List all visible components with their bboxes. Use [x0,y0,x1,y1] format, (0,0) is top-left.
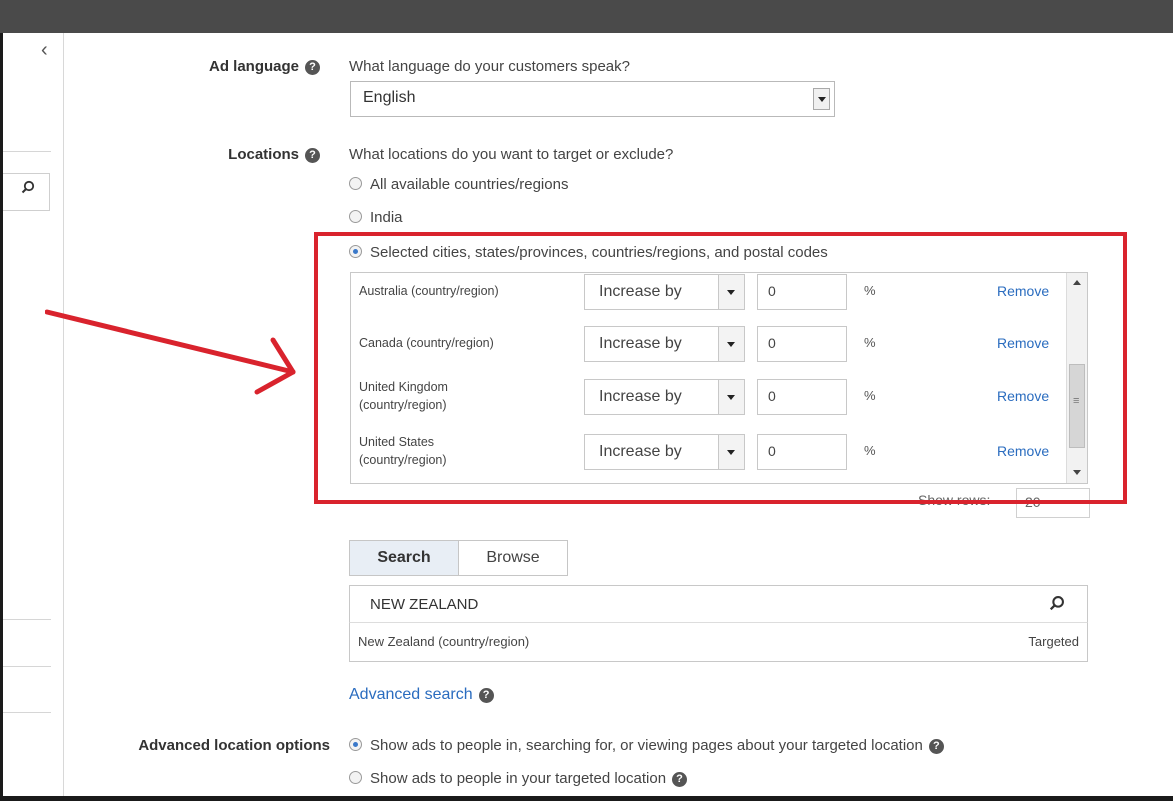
advanced-location-option-1[interactable]: Show ads to people in, searching for, or… [349,737,944,754]
remove-link[interactable]: Remove [997,283,1049,299]
dropdown-arrow-icon [718,435,744,469]
locations-question: What locations do you want to target or … [349,146,674,163]
percent-sign: % [864,443,876,458]
bid-adjustment-select[interactable]: Increase by [584,434,745,470]
bid-value: 0 [768,443,776,459]
bid-adjustment-input[interactable]: 0 [757,379,847,415]
radio-button[interactable] [349,177,362,190]
help-icon[interactable]: ? [305,60,320,75]
ad-language-question: What language do your customers speak? [349,58,630,75]
location-name: United Kingdom (country/region) [359,380,448,412]
left-panel-divider [3,151,51,152]
search-query: NEW ZEALAND [370,596,479,613]
location-option-label: All available countries/regions [370,176,569,193]
help-icon[interactable]: ? [928,739,944,754]
radio-button[interactable] [349,771,362,784]
bid-type: Increase by [599,443,682,460]
left-panel-search-button[interactable] [3,173,50,211]
frame-bottom-edge [0,796,1173,801]
radio-button-checked[interactable] [349,738,362,751]
dropdown-arrow-icon [813,88,830,110]
dropdown-arrow-icon [718,380,744,414]
scroll-up-icon[interactable] [1067,273,1087,291]
help-icon[interactable]: ? [305,148,320,163]
bid-adjustment-select[interactable]: Increase by [584,326,745,362]
location-name: Canada (country/region) [359,336,494,350]
advanced-location-option-2[interactable]: Show ads to people in your targeted loca… [349,770,688,787]
left-panel: ‹ [3,33,64,796]
location-name: Australia (country/region) [359,284,499,298]
location-option-selected[interactable]: Selected cities, states/provinces, count… [349,244,828,261]
search-result-row[interactable]: New Zealand (country/region) Targeted [349,622,1088,662]
location-option-label: Selected cities, states/provinces, count… [370,244,828,261]
location-option-all[interactable]: All available countries/regions [349,176,568,193]
result-status: Targeted [1028,634,1079,649]
bid-adjustment-input[interactable]: 0 [757,326,847,362]
chevron-left-icon[interactable]: ‹ [41,39,48,62]
help-icon[interactable]: ? [672,772,688,787]
bid-value: 0 [768,283,776,299]
left-panel-divider [3,712,51,713]
ad-language-label: Ad language? [150,58,320,75]
advanced-option-label: Show ads to people in, searching for, or… [370,737,923,754]
table-row: Canada (country/region) Increase by 0 % … [351,325,1066,379]
search-icon [21,180,35,194]
annotation-arrow [45,309,296,395]
advanced-option-label: Show ads to people in your targeted loca… [370,770,667,787]
location-search-input[interactable]: NEW ZEALAND [349,585,1088,623]
remove-link[interactable]: Remove [997,443,1049,459]
tab-browse[interactable]: Browse [458,540,568,576]
help-icon[interactable]: ? [478,688,494,703]
advanced-location-label: Advanced location options [138,737,330,754]
left-panel-divider [3,619,51,620]
show-rows-value: 20 [1025,494,1041,510]
search-icon[interactable] [1049,595,1065,611]
percent-sign: % [864,335,876,350]
ad-language-value: English [363,89,416,106]
top-bar [0,0,1173,33]
percent-sign: % [864,388,876,403]
location-option-label: India [370,209,403,226]
table-row: Australia (country/region) Increase by 0… [351,273,1066,327]
result-name: New Zealand (country/region) [358,634,530,649]
bid-value: 0 [768,388,776,404]
table-row: United States (country/region) Increase … [351,431,1066,483]
bid-type: Increase by [599,335,682,352]
location-option-india[interactable]: India [349,209,403,226]
bid-adjustment-input[interactable]: 0 [757,274,847,310]
locations-label-text: Locations [228,146,299,163]
show-rows-label: Show rows: [918,492,991,508]
advanced-search-link[interactable]: Advanced search? [349,686,494,704]
remove-link[interactable]: Remove [997,335,1049,351]
bid-adjustment-select[interactable]: Increase by [584,274,745,310]
radio-button-checked[interactable] [349,245,362,258]
ad-language-select[interactable]: English [350,81,835,117]
table-scrollbar[interactable] [1066,273,1087,483]
bid-value: 0 [768,335,776,351]
dropdown-arrow-icon [718,275,744,309]
scroll-down-icon[interactable] [1067,463,1087,481]
scroll-thumb[interactable] [1069,364,1085,448]
locations-label: Locations? [150,146,320,163]
bid-adjustment-input[interactable]: 0 [757,434,847,470]
location-name: United States (country/region) [359,435,447,467]
targeted-locations-table: Australia (country/region) Increase by 0… [350,272,1088,484]
bid-type: Increase by [599,283,682,300]
advanced-search-text[interactable]: Advanced search [349,686,473,703]
bid-type: Increase by [599,388,682,405]
radio-button[interactable] [349,210,362,223]
tab-search[interactable]: Search [349,540,459,576]
show-rows-select[interactable]: 20 [1016,488,1090,518]
ad-language-label-text: Ad language [208,58,299,75]
percent-sign: % [864,283,876,298]
bid-adjustment-select[interactable]: Increase by [584,379,745,415]
table-row: United Kingdom (country/region) Increase… [351,376,1066,430]
dropdown-arrow-icon [718,327,744,361]
left-panel-divider [3,666,51,667]
remove-link[interactable]: Remove [997,388,1049,404]
